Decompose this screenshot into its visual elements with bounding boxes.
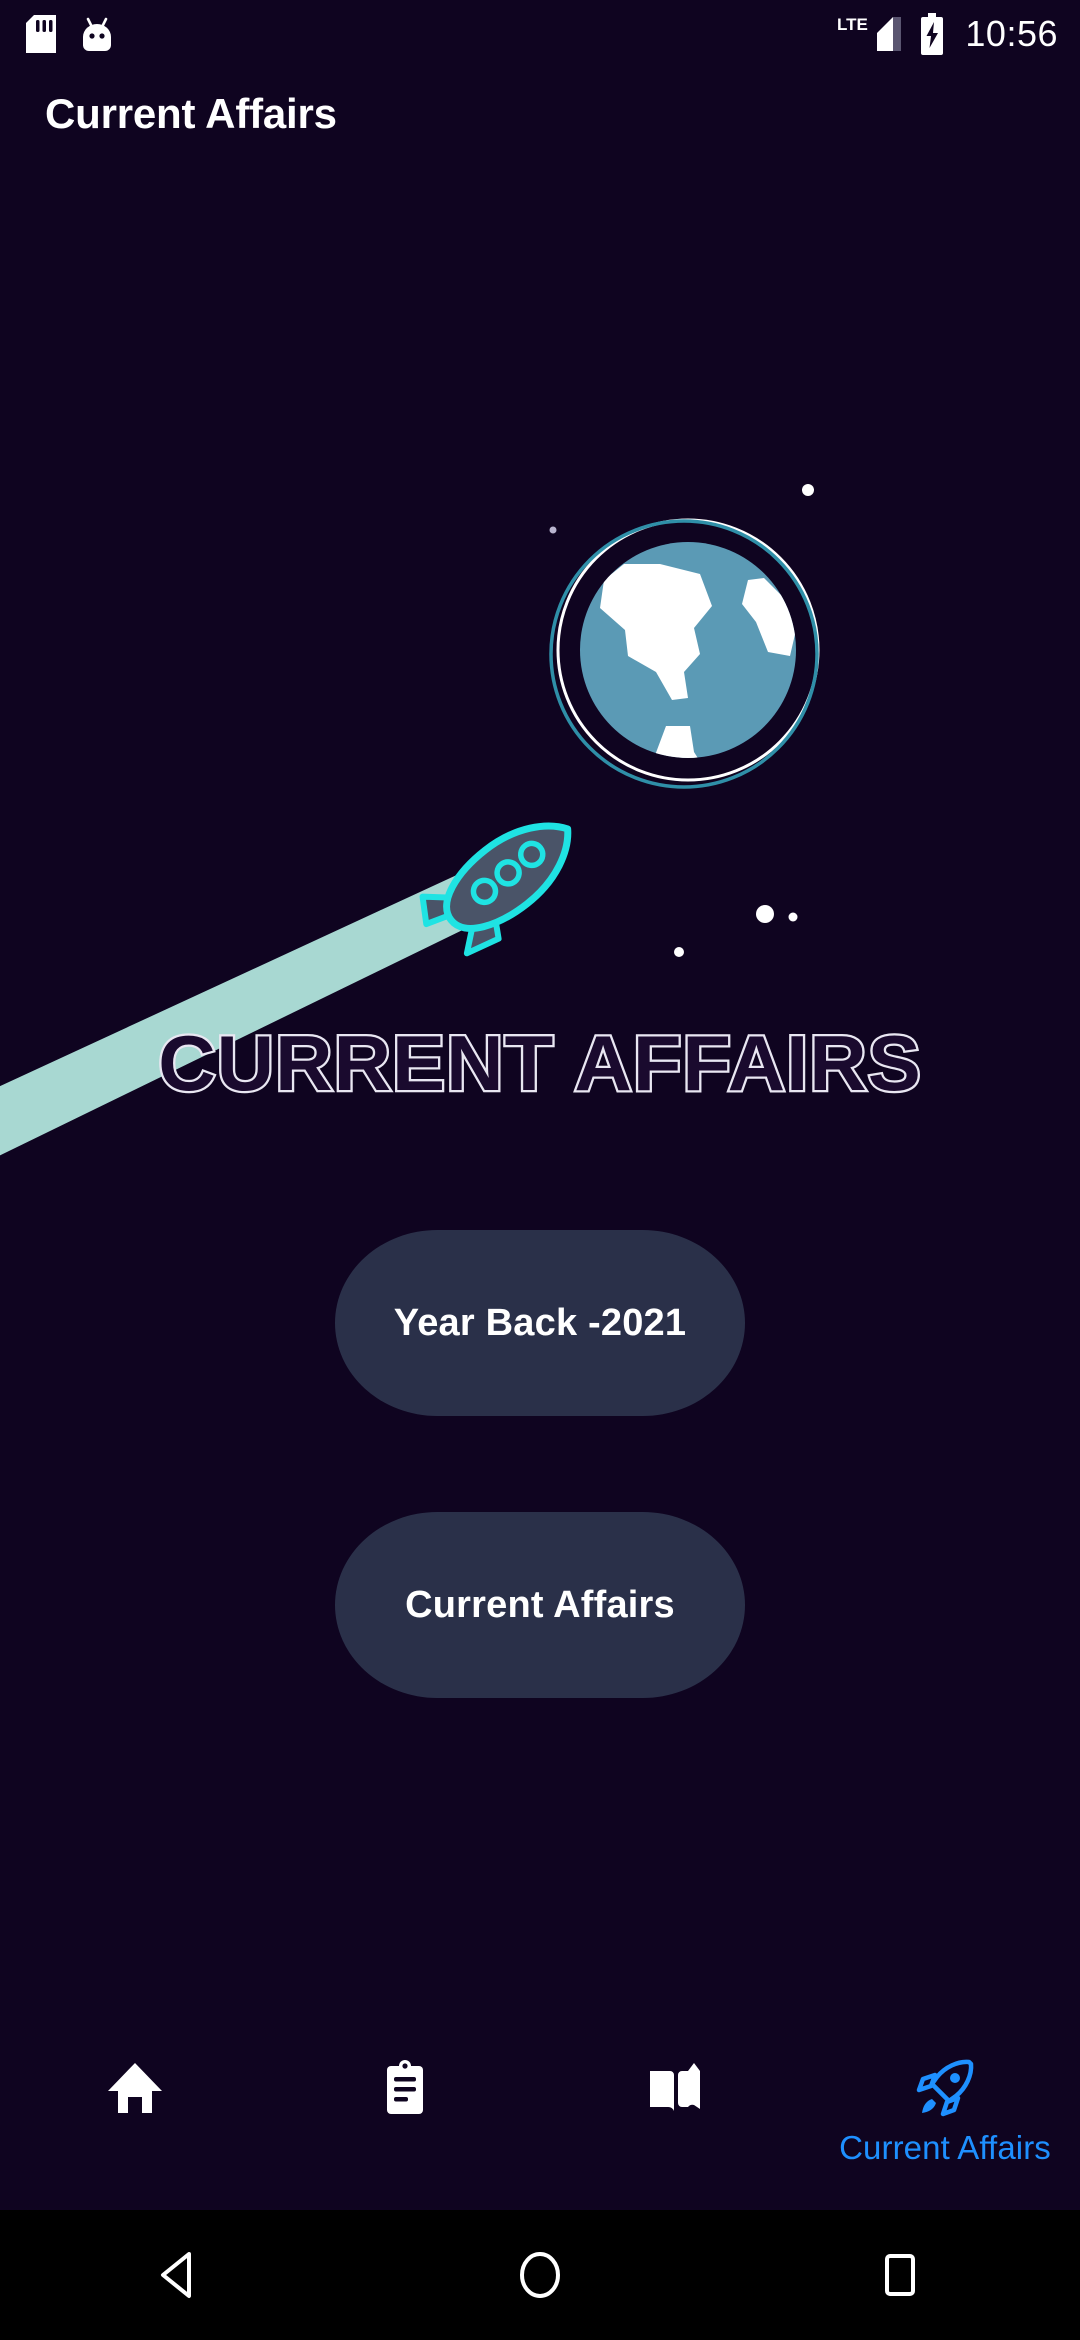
status-bar: LTE 10:56 — [0, 0, 1080, 68]
android-recents-button[interactable] — [720, 2248, 1080, 2302]
page-title: Current Affairs — [45, 90, 337, 137]
nav-item-assignments[interactable] — [270, 2035, 540, 2129]
nav-item-current-affairs[interactable]: Current Affairs — [810, 2035, 1080, 2167]
nav-item-library[interactable] — [540, 2035, 810, 2129]
action-button-stack: Year Back -2021 Current Affairs — [0, 1230, 1080, 1698]
hero-illustration: CURRENT AFFAIRS — [0, 160, 1080, 1160]
lte-signal-icon: LTE — [837, 15, 902, 51]
home-circle-icon — [520, 2252, 560, 2298]
sd-card-icon — [26, 15, 56, 53]
android-home-button[interactable] — [360, 2248, 720, 2302]
android-back-button[interactable] — [0, 2248, 360, 2302]
bottom-navigation-bar: Current Affairs — [0, 2035, 1080, 2210]
status-bar-left-icons — [26, 15, 114, 53]
battery-charging-icon — [921, 13, 944, 55]
clipboard-icon — [387, 2060, 423, 2114]
svg-text:LTE: LTE — [837, 15, 868, 34]
recents-square-icon — [885, 2254, 915, 2296]
status-bar-clock: 10:56 — [965, 13, 1058, 54]
android-system-nav — [0, 2210, 1080, 2340]
rocket-icon — [916, 2059, 974, 2117]
app-bar: Current Affairs — [0, 68, 1080, 160]
nav-item-home[interactable] — [0, 2035, 270, 2129]
year-back-2021-button[interactable]: Year Back -2021 — [335, 1230, 745, 1416]
current-affairs-button[interactable]: Current Affairs — [335, 1512, 745, 1698]
hero-logo-text: CURRENT AFFAIRS — [158, 1020, 922, 1107]
android-bugdroid-icon — [83, 17, 111, 51]
home-icon — [108, 2063, 162, 2113]
status-bar-right-icons: LTE 10:56 — [837, 13, 1058, 55]
app-screen: LTE 10:56 Current Affairs CURRENT AFFAIR… — [0, 0, 1080, 2340]
hero-svg: CURRENT AFFAIRS — [0, 484, 923, 1156]
back-triangle-icon — [161, 2252, 191, 2298]
menu-book-icon — [650, 2063, 700, 2111]
nav-label-current-affairs: Current Affairs — [839, 2129, 1051, 2166]
